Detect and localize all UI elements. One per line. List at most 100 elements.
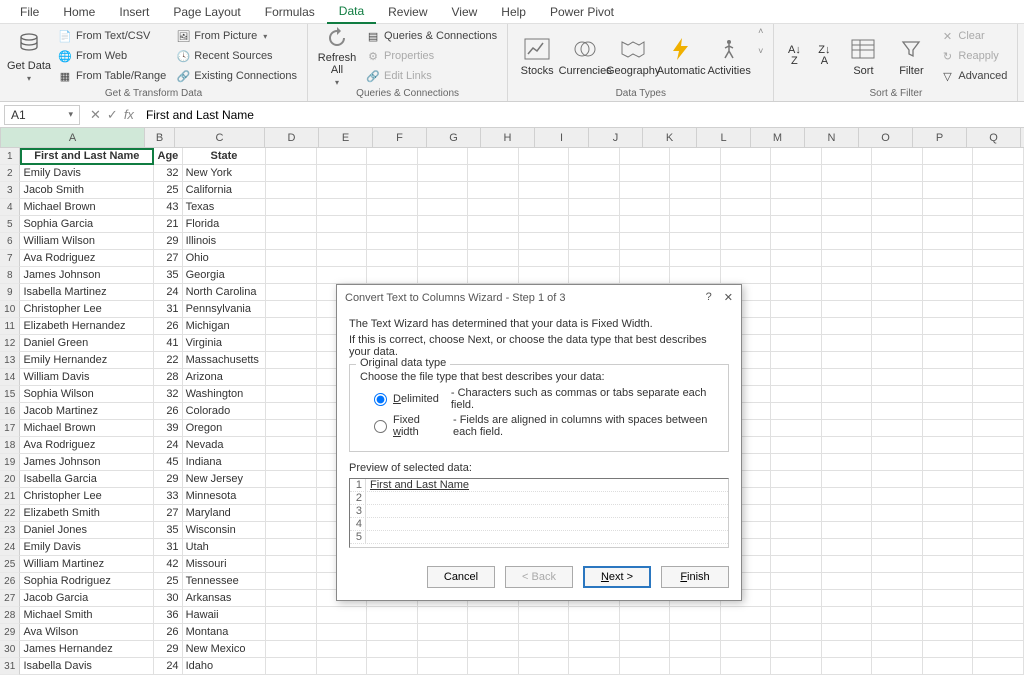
cell-P30[interactable] bbox=[872, 641, 923, 658]
cell-Q16[interactable] bbox=[923, 403, 974, 420]
cell-D15[interactable] bbox=[266, 386, 317, 403]
cell-C29[interactable]: Montana bbox=[183, 624, 267, 641]
cell-A18[interactable]: Ava Rodriguez bbox=[20, 437, 154, 454]
cell-R26[interactable] bbox=[973, 573, 1024, 590]
cell-Q13[interactable] bbox=[923, 352, 974, 369]
tab-formulas[interactable]: Formulas bbox=[253, 1, 327, 23]
cell-M5[interactable] bbox=[721, 216, 772, 233]
cell-D31[interactable] bbox=[266, 658, 317, 675]
row-header-5[interactable]: 5 bbox=[0, 216, 20, 233]
cell-R20[interactable] bbox=[973, 471, 1024, 488]
cell-R13[interactable] bbox=[973, 352, 1024, 369]
cell-D28[interactable] bbox=[266, 607, 317, 624]
cell-N23[interactable] bbox=[771, 522, 822, 539]
cell-O15[interactable] bbox=[822, 386, 873, 403]
cell-I5[interactable] bbox=[519, 216, 570, 233]
cell-P3[interactable] bbox=[872, 182, 923, 199]
row-header-24[interactable]: 24 bbox=[0, 539, 20, 556]
cell-D1[interactable] bbox=[266, 148, 317, 165]
cell-A1[interactable]: First and Last Name bbox=[20, 148, 154, 165]
advanced-button[interactable]: ▽Advanced bbox=[936, 66, 1011, 86]
cell-B24[interactable]: 31 bbox=[154, 539, 182, 556]
column-header-F[interactable]: F bbox=[373, 128, 427, 147]
cell-M1[interactable] bbox=[721, 148, 772, 165]
cell-F2[interactable] bbox=[367, 165, 418, 182]
cell-A12[interactable]: Daniel Green bbox=[20, 335, 154, 352]
column-header-I[interactable]: I bbox=[535, 128, 589, 147]
from-picture-button[interactable]: 🖼From Picture▾ bbox=[172, 26, 301, 46]
cell-N10[interactable] bbox=[771, 301, 822, 318]
cell-J2[interactable] bbox=[569, 165, 620, 182]
cell-R25[interactable] bbox=[973, 556, 1024, 573]
cell-C13[interactable]: Massachusetts bbox=[183, 352, 267, 369]
cell-F6[interactable] bbox=[367, 233, 418, 250]
cell-R28[interactable] bbox=[973, 607, 1024, 624]
row-header-23[interactable]: 23 bbox=[0, 522, 20, 539]
cancel-button[interactable]: Cancel bbox=[427, 566, 495, 588]
activities-button[interactable]: Activities bbox=[706, 26, 752, 86]
cell-C12[interactable]: Virginia bbox=[183, 335, 267, 352]
cell-D10[interactable] bbox=[266, 301, 317, 318]
row-header-30[interactable]: 30 bbox=[0, 641, 20, 658]
cell-B4[interactable]: 43 bbox=[154, 199, 182, 216]
cell-J7[interactable] bbox=[569, 250, 620, 267]
cell-R30[interactable] bbox=[973, 641, 1024, 658]
cell-C22[interactable]: Maryland bbox=[183, 505, 267, 522]
tab-data[interactable]: Data bbox=[327, 0, 376, 24]
cell-G7[interactable] bbox=[418, 250, 469, 267]
cell-P23[interactable] bbox=[872, 522, 923, 539]
cell-H4[interactable] bbox=[468, 199, 519, 216]
cell-P26[interactable] bbox=[872, 573, 923, 590]
cell-R18[interactable] bbox=[973, 437, 1024, 454]
cell-N3[interactable] bbox=[771, 182, 822, 199]
cell-M28[interactable] bbox=[721, 607, 772, 624]
cell-D8[interactable] bbox=[266, 267, 317, 284]
cell-A6[interactable]: William Wilson bbox=[20, 233, 154, 250]
cell-Q9[interactable] bbox=[923, 284, 974, 301]
cell-R8[interactable] bbox=[973, 267, 1024, 284]
cell-C14[interactable]: Arizona bbox=[183, 369, 267, 386]
cell-O10[interactable] bbox=[822, 301, 873, 318]
name-box[interactable]: A1▾ bbox=[4, 105, 80, 125]
cell-P2[interactable] bbox=[872, 165, 923, 182]
cell-J5[interactable] bbox=[569, 216, 620, 233]
cell-F3[interactable] bbox=[367, 182, 418, 199]
cell-B1[interactable]: Age bbox=[154, 148, 182, 165]
cell-H3[interactable] bbox=[468, 182, 519, 199]
cell-P6[interactable] bbox=[872, 233, 923, 250]
cell-A21[interactable]: Christopher Lee bbox=[20, 488, 154, 505]
cell-F29[interactable] bbox=[367, 624, 418, 641]
cell-M6[interactable] bbox=[721, 233, 772, 250]
cell-N30[interactable] bbox=[771, 641, 822, 658]
cell-M8[interactable] bbox=[721, 267, 772, 284]
cell-Q15[interactable] bbox=[923, 386, 974, 403]
cell-B21[interactable]: 33 bbox=[154, 488, 182, 505]
cell-C21[interactable]: Minnesota bbox=[183, 488, 267, 505]
row-header-15[interactable]: 15 bbox=[0, 386, 20, 403]
cell-D30[interactable] bbox=[266, 641, 317, 658]
cell-C6[interactable]: Illinois bbox=[183, 233, 267, 250]
cell-B9[interactable]: 24 bbox=[154, 284, 182, 301]
cell-H29[interactable] bbox=[468, 624, 519, 641]
row-header-7[interactable]: 7 bbox=[0, 250, 20, 267]
cell-F8[interactable] bbox=[367, 267, 418, 284]
cell-O27[interactable] bbox=[822, 590, 873, 607]
cell-C27[interactable]: Arkansas bbox=[183, 590, 267, 607]
column-header-B[interactable]: B bbox=[145, 128, 175, 147]
cell-N25[interactable] bbox=[771, 556, 822, 573]
recent-sources-button[interactable]: 🕓Recent Sources bbox=[172, 46, 301, 66]
cell-B20[interactable]: 29 bbox=[154, 471, 182, 488]
cell-R7[interactable] bbox=[973, 250, 1024, 267]
cell-E7[interactable] bbox=[317, 250, 368, 267]
cell-C24[interactable]: Utah bbox=[183, 539, 267, 556]
cell-C3[interactable]: California bbox=[183, 182, 267, 199]
cell-R14[interactable] bbox=[973, 369, 1024, 386]
row-header-1[interactable]: 1 bbox=[0, 148, 20, 165]
delimited-radio[interactable] bbox=[374, 393, 387, 406]
cell-I31[interactable] bbox=[519, 658, 570, 675]
cell-L8[interactable] bbox=[670, 267, 721, 284]
chevron-down-icon[interactable]: ˅ bbox=[758, 46, 763, 56]
next-button[interactable]: Next > bbox=[583, 566, 651, 588]
cell-Q10[interactable] bbox=[923, 301, 974, 318]
cell-A29[interactable]: Ava Wilson bbox=[20, 624, 154, 641]
